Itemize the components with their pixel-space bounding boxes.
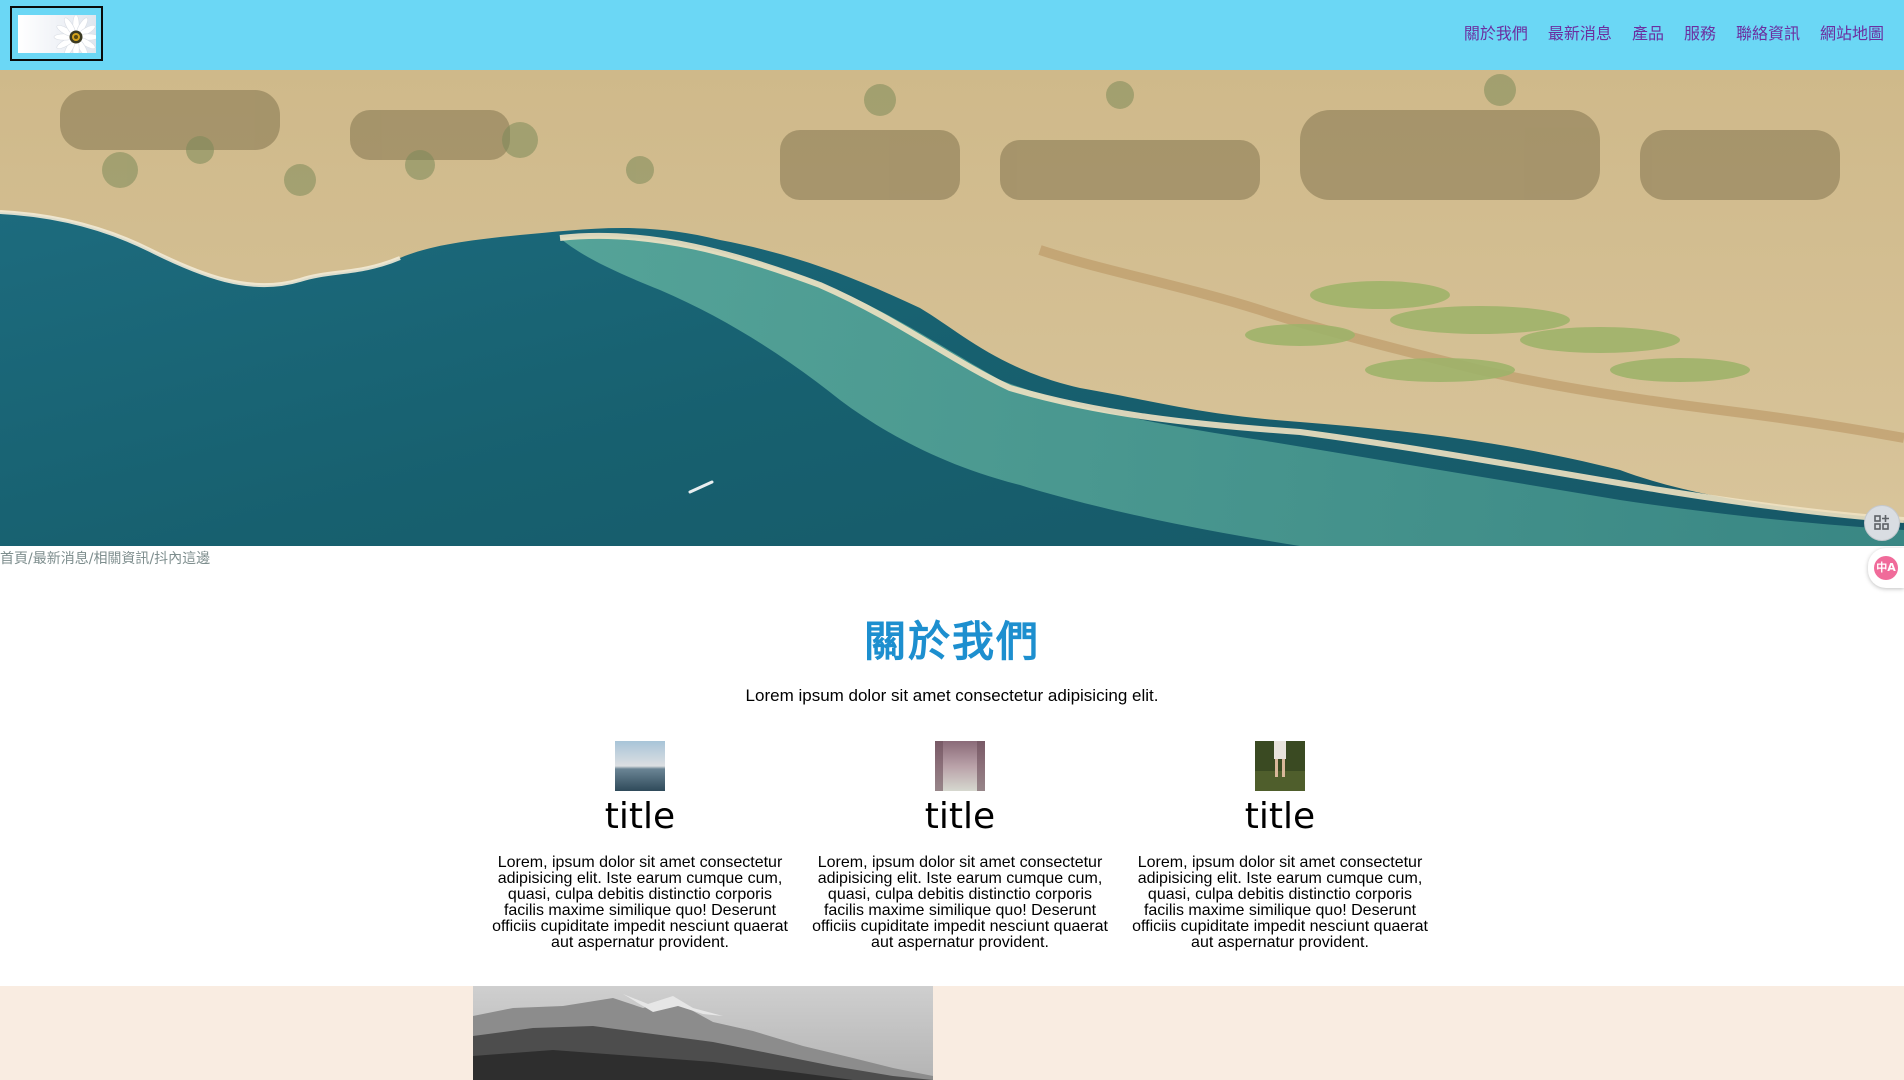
nav-item-products[interactable]: 產品 bbox=[1632, 20, 1664, 44]
breadcrumb-home[interactable]: 首頁 bbox=[0, 551, 28, 567]
nav-item-about[interactable]: 關於我們 bbox=[1464, 20, 1528, 44]
feature-card: title Lorem, ipsum dolor sit amet consec… bbox=[800, 741, 1120, 981]
card-text: Lorem, ipsum dolor sit amet consectetur … bbox=[1132, 854, 1428, 951]
nav-item-sitemap[interactable]: 網站地圖 bbox=[1820, 20, 1884, 44]
card-title: title bbox=[604, 796, 676, 837]
apps-icon[interactable] bbox=[1864, 505, 1900, 541]
card-title: title bbox=[1244, 796, 1316, 837]
nav-item-news[interactable]: 最新消息 bbox=[1548, 20, 1612, 44]
card-title: title bbox=[924, 796, 996, 837]
breadcrumb: 首頁/最新消息/相關資訊/抖內這邊 bbox=[0, 548, 210, 568]
feature-card: title Lorem, ipsum dolor sit amet consec… bbox=[480, 741, 800, 981]
mountain-image bbox=[473, 986, 933, 1080]
breadcrumb-related[interactable]: 相關資訊 bbox=[93, 551, 149, 567]
translate-icon: 中A bbox=[1874, 556, 1898, 580]
about-title: 關於我們 bbox=[863, 617, 1040, 666]
feature-card: title Lorem, ipsum dolor sit amet consec… bbox=[1120, 741, 1440, 981]
nav-item-services[interactable]: 服務 bbox=[1684, 20, 1716, 44]
main-nav: 關於我們 最新消息 產品 服務 聯絡資訊 網站地圖 bbox=[1464, 0, 1884, 64]
card-thumbnail-person bbox=[1255, 741, 1305, 791]
site-logo[interactable] bbox=[10, 6, 103, 61]
site-header: 關於我們 最新消息 產品 服務 聯絡資訊 網站地圖 bbox=[0, 0, 1904, 70]
card-text: Lorem, ipsum dolor sit amet consectetur … bbox=[492, 854, 788, 951]
daisy-logo-image bbox=[18, 15, 96, 53]
hero-banner-coastline-image bbox=[0, 70, 1904, 546]
card-thumbnail-forest bbox=[935, 741, 985, 791]
card-thumbnail-sea bbox=[615, 741, 665, 791]
nav-item-contact[interactable]: 聯絡資訊 bbox=[1736, 20, 1800, 44]
bottom-section bbox=[0, 986, 1904, 1080]
breadcrumb-donate[interactable]: 抖內這邊 bbox=[154, 551, 210, 567]
about-subtitle: Lorem ipsum dolor sit amet consectetur a… bbox=[745, 686, 1159, 705]
translate-widget[interactable]: 中A bbox=[1868, 548, 1904, 588]
feature-cards: title Lorem, ipsum dolor sit amet consec… bbox=[480, 741, 1440, 981]
breadcrumb-news[interactable]: 最新消息 bbox=[33, 551, 89, 567]
card-text: Lorem, ipsum dolor sit amet consectetur … bbox=[812, 854, 1108, 951]
